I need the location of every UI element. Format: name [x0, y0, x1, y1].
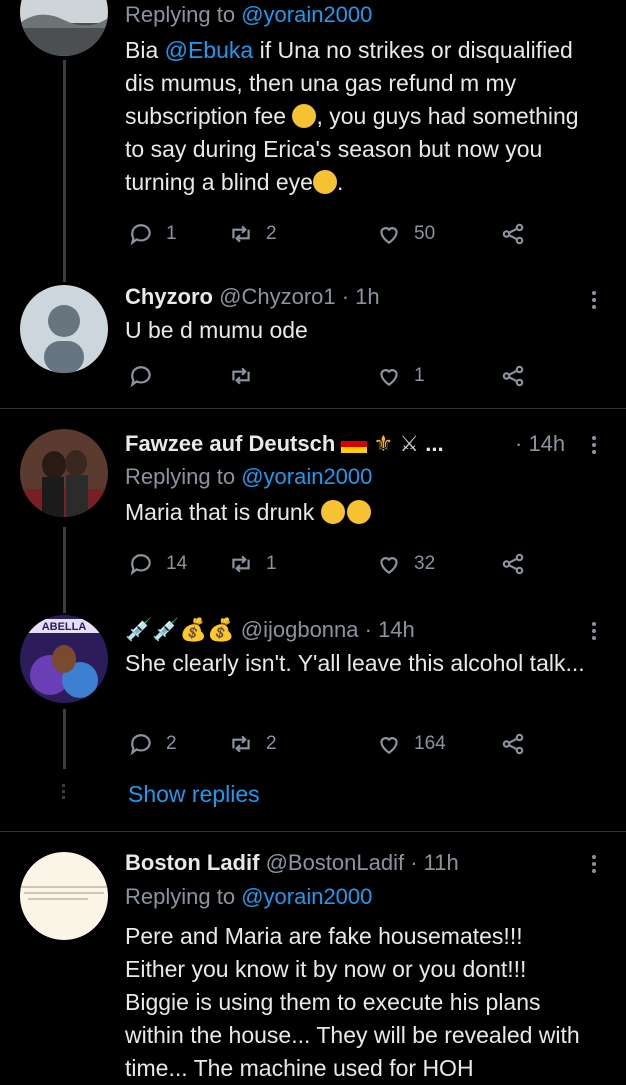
display-name[interactable]: Chyzoro	[125, 284, 213, 309]
reply-button[interactable]: 14	[128, 548, 187, 580]
user-handle[interactable]: @Chyzoro1	[219, 284, 336, 309]
show-replies-link[interactable]: Show replies	[128, 781, 260, 808]
two-women-avatar-image	[20, 429, 108, 517]
share-button[interactable]	[500, 548, 526, 580]
tweet-text: Pere and Maria are fake housemates!!! Ei…	[125, 923, 580, 1081]
like-icon	[380, 737, 398, 754]
money-bag-icon: 💰	[179, 617, 208, 642]
reply-button[interactable]	[128, 360, 166, 392]
tweet-text: U be d mumu ode	[125, 317, 308, 343]
reply-icon	[130, 224, 151, 246]
crossed-swords-icon: ⚔	[399, 431, 420, 456]
display-name[interactable]: Fawzee auf Deutsch	[125, 431, 335, 456]
like-button[interactable]: 50	[376, 218, 435, 250]
tweet-3[interactable]: Fawzee auf Deutsch ⚜ ⚔ ... Replying to @…	[0, 409, 626, 609]
share-button[interactable]	[500, 728, 526, 760]
thread-dots	[62, 781, 65, 802]
trident-icon: ⚜	[373, 431, 394, 456]
avatar[interactable]	[20, 0, 108, 56]
share-icon	[502, 553, 524, 575]
more-icon[interactable]	[592, 288, 598, 312]
more-icon[interactable]	[592, 852, 598, 876]
thread-line	[63, 609, 66, 613]
money-bag-icon: 💰	[207, 617, 235, 642]
like-button[interactable]: 32	[376, 548, 435, 580]
germany-flag-icon	[341, 431, 368, 453]
retweet-button[interactable]: 2	[228, 728, 277, 760]
user-handle[interactable]: @BostonLadif	[266, 850, 405, 875]
share-icon	[502, 365, 524, 387]
tweet-header: 💉💉💰💰 @ijogbonna · 14h	[125, 615, 586, 645]
replying-to: Replying to @yorain2000	[125, 464, 373, 489]
tweet-text: Maria that is drunk	[125, 496, 586, 529]
reply-handle-link[interactable]: @yorain2000	[241, 884, 372, 909]
reply-icon	[130, 554, 151, 576]
syringe-icon: 💉	[125, 617, 153, 642]
thread-line	[63, 709, 66, 769]
avatar[interactable]	[20, 285, 108, 373]
timestamp[interactable]: · 14h	[515, 431, 565, 457]
quote-text-avatar-image	[20, 852, 108, 940]
fantasy-art-avatar-image: ABELLA	[20, 615, 108, 703]
retweet-icon	[232, 225, 250, 243]
like-icon	[380, 557, 398, 574]
rolling-laughing-emoji-icon	[346, 500, 371, 524]
thread-line	[63, 270, 66, 282]
more-icon[interactable]	[592, 619, 598, 643]
tweet-header: Chyzoro @Chyzoro1 · 1h	[125, 282, 586, 312]
retweet-icon	[232, 555, 250, 573]
reply-button[interactable]: 2	[128, 728, 177, 760]
tears-of-joy-emoji-icon	[320, 500, 345, 524]
share-icon	[502, 733, 524, 755]
user-handle[interactable]: @ijogbonna	[241, 617, 359, 642]
unamused-emoji-icon	[312, 170, 337, 194]
smirk-emoji-icon	[292, 104, 317, 128]
retweet-button[interactable]: 1	[228, 548, 277, 580]
tweet-header: Boston Ladif @BostonLadif · 11h	[125, 848, 586, 878]
reply-icon	[130, 366, 151, 388]
like-icon	[380, 369, 398, 386]
thread-line	[63, 527, 66, 609]
replying-to: Replying to @yorain2000	[125, 884, 373, 909]
mention-link[interactable]: @Ebuka	[165, 37, 254, 63]
tweet-text: She clearly isn't. Y'all leave this alco…	[125, 650, 585, 676]
avatar[interactable]: ABELLA	[20, 615, 108, 703]
avatar[interactable]	[20, 852, 108, 940]
display-name[interactable]: Boston Ladif	[125, 850, 259, 875]
retweet-button[interactable]: 2	[228, 218, 277, 250]
share-icon	[502, 223, 524, 245]
tweet-text: Bia @Ebuka if Una no strikes or disquali…	[125, 37, 579, 195]
thread-line	[63, 60, 66, 270]
syringe-icon: 💉	[152, 617, 180, 642]
default-avatar-image	[20, 285, 108, 373]
share-button[interactable]	[500, 360, 526, 392]
like-button[interactable]: 164	[376, 728, 446, 760]
landscape-avatar-image	[20, 0, 108, 56]
tweet-4[interactable]: ABELLA 💉💉💰💰 @ijogbonna · 14h She clearly…	[0, 609, 626, 831]
avatar[interactable]	[20, 429, 108, 517]
timestamp[interactable]: · 11h	[404, 850, 459, 875]
reply-handle-link[interactable]: @yorain2000	[241, 464, 372, 489]
more-icon[interactable]	[592, 433, 598, 457]
share-button[interactable]	[500, 218, 526, 250]
timestamp[interactable]: · 14h	[359, 617, 415, 642]
reply-icon	[130, 734, 151, 756]
tweet-2[interactable]: Chyzoro @Chyzoro1 · 1h U be d mumu ode 1	[0, 270, 626, 408]
like-icon	[380, 227, 398, 244]
retweet-icon	[232, 367, 250, 385]
retweet-icon	[232, 735, 250, 753]
reply-handle-link[interactable]: @yorain2000	[241, 2, 372, 27]
retweet-button[interactable]	[228, 360, 266, 392]
reply-button[interactable]: 1	[128, 218, 177, 250]
like-button[interactable]: 1	[376, 360, 425, 392]
tweet-5[interactable]: Boston Ladif @BostonLadif · 11h Replying…	[0, 832, 626, 1081]
replying-to: Replying to @yorain2000	[125, 2, 373, 27]
svg-text:ABELLA: ABELLA	[42, 621, 87, 633]
tweet-1[interactable]: Replying to @yorain2000 Bia @Ebuka if Un…	[0, 0, 626, 270]
timestamp[interactable]: · 1h	[336, 284, 380, 309]
